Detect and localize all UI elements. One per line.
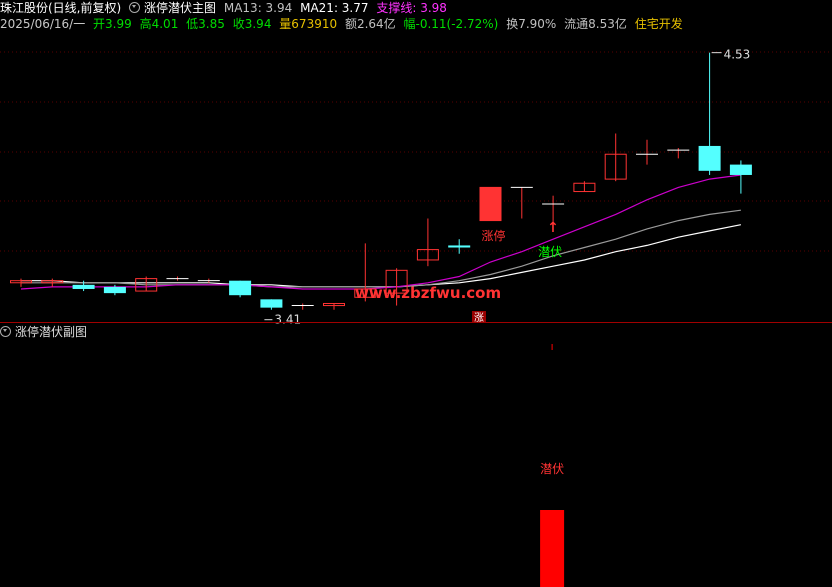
sub-lurk-label: 潜伏 bbox=[540, 462, 564, 476]
candle-body-down bbox=[229, 280, 252, 296]
high-marker-label: 4.53 bbox=[724, 48, 751, 62]
dropdown-circle-icon[interactable] bbox=[0, 326, 11, 337]
limit-up-label: 涨停 bbox=[482, 228, 506, 243]
ma-lines bbox=[20, 174, 742, 290]
watermark: www.zbzfwu.com bbox=[355, 284, 501, 302]
sub-chart-header: 涨停潜伏副图 bbox=[0, 324, 91, 340]
candle-body-down bbox=[729, 164, 752, 175]
panel-divider[interactable] bbox=[0, 322, 832, 323]
main-kline-chart[interactable]: ↑ 4.53 3.41 涨停 潜伏 www.zbzfwu.com 涨 潜伏 bbox=[0, 0, 832, 587]
lurk-arrow-icon: ↑ bbox=[547, 220, 559, 236]
low-marker-label: 3.41 bbox=[274, 313, 301, 327]
limit-up-candle bbox=[479, 187, 502, 221]
candles bbox=[10, 52, 752, 310]
sub-bar bbox=[540, 510, 565, 587]
candle-body-down bbox=[72, 284, 95, 289]
candle-body-down bbox=[260, 299, 283, 308]
lurk-label: 潜伏 bbox=[538, 245, 562, 259]
candle-body-down bbox=[103, 286, 126, 294]
candle-body-down bbox=[698, 145, 721, 171]
ma13-line bbox=[20, 174, 741, 290]
candle-body-down bbox=[448, 245, 471, 248]
sub-chart-title[interactable]: 涨停潜伏副图 bbox=[15, 325, 87, 339]
